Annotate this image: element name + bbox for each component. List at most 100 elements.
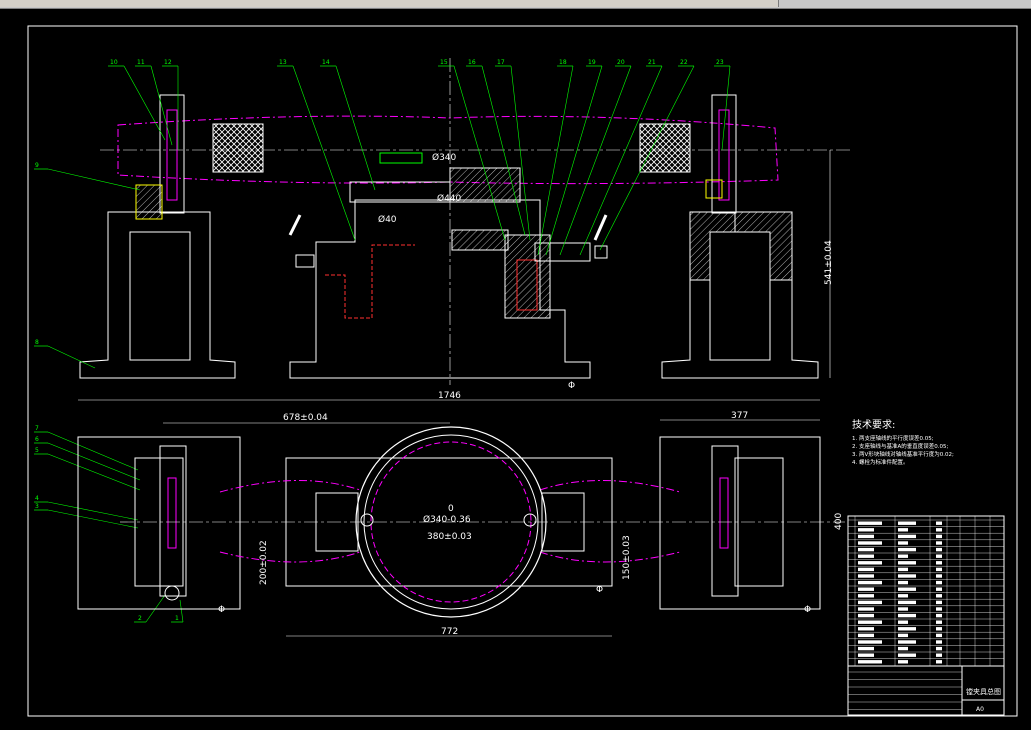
leader-line: [545, 65, 603, 256]
part-balloon: 17: [497, 59, 505, 66]
part-balloon: 19: [588, 59, 596, 66]
part-balloon: 8: [35, 339, 39, 346]
parts-row-text: [858, 613, 874, 618]
part-balloon: 13: [279, 59, 287, 66]
parts-row-text: [936, 660, 942, 664]
parts-row-text: [898, 594, 908, 598]
left-support: [79, 211, 236, 379]
leader-line: [47, 442, 141, 481]
window-toolbar: [0, 0, 1031, 9]
left-lever[interactable]: [288, 214, 302, 236]
leader-line: [537, 65, 574, 256]
part-balloon: 1: [175, 615, 179, 622]
parts-row-text: [898, 554, 908, 558]
toolbar-segment[interactable]: [528, 0, 659, 7]
parts-row-text: [898, 521, 916, 525]
parts-row-text: [898, 653, 916, 657]
part-balloon: 23: [716, 59, 724, 66]
parts-row-text: [936, 567, 942, 572]
part-balloon: 2: [138, 615, 142, 622]
datum-symbol-front: Φ: [568, 381, 575, 391]
parts-row-text: [936, 521, 942, 525]
datum-symbol-right: Φ: [804, 605, 811, 615]
dim-772: 772: [441, 627, 458, 637]
right-pin: [523, 513, 537, 527]
dim-d340-top: Ø340: [432, 152, 457, 163]
parts-row-text: [936, 653, 942, 657]
right-base-plate: [659, 436, 821, 610]
part-balloon: 6: [35, 436, 39, 443]
right-support: [661, 211, 819, 379]
parts-row-text: [898, 633, 908, 638]
toolbar-segment[interactable]: [58, 0, 199, 7]
drawing-title: 镗夹具总图: [966, 687, 1001, 696]
dim-1746: 1746: [438, 391, 461, 401]
parts-row-text: [936, 607, 942, 611]
part-balloon: 9: [35, 162, 39, 169]
dim-d40: Ø40: [378, 214, 397, 225]
right-support-section: [734, 211, 793, 281]
parts-row-text: [936, 541, 942, 545]
left-bolt-head: [164, 585, 180, 601]
datum-symbol-left: Φ: [218, 605, 225, 615]
toolbar-segment[interactable]: [658, 0, 779, 7]
plan-view: 1746 678±0.04 377 0 Ø340-0.36 380±0.03 2…: [77, 391, 845, 637]
part-balloon: 14: [322, 59, 330, 66]
parts-row-text: [898, 567, 908, 572]
parts-row-text: [936, 646, 942, 651]
drawing-sheet: Ø340 Ø440 Ø40 541±0.04 Φ 10 11 12 13 14 15 16 1…: [27, 25, 1018, 717]
tech-req-title: 技术要求:: [852, 418, 895, 431]
parts-row-text: [898, 528, 908, 532]
parts-row-text: [858, 554, 874, 558]
parts-row-text: [858, 660, 882, 664]
part-balloon: 5: [35, 447, 39, 454]
toolbar-segment[interactable]: [0, 0, 59, 7]
title-block: 镗夹具总图 A0: [847, 515, 1005, 716]
parts-row-text: [898, 660, 908, 664]
left-base-plate: [77, 436, 241, 610]
top-balloons: 10 11 12 13 14 15 16 17 18 19 20 21 22 23: [108, 59, 731, 256]
left-support-window: [129, 231, 191, 361]
part-balloon: 22: [680, 59, 688, 66]
parts-row-text: [936, 620, 942, 624]
left-balloons: 9 8 7 6 5 43: [34, 162, 141, 529]
right-support-section-left: [689, 211, 736, 281]
leader-line: [335, 65, 376, 191]
parts-row-text: [858, 574, 874, 578]
parts-row-text: [898, 580, 908, 585]
parts-row-text: [898, 620, 908, 624]
parts-row-text: [936, 613, 942, 618]
part-balloon: 15: [440, 59, 448, 66]
dim-400: 400: [834, 513, 844, 530]
toolbar-segment[interactable]: [358, 0, 529, 7]
dim-zero: 0: [448, 504, 454, 514]
parts-row-text: [936, 627, 942, 631]
parts-list-rows: [848, 516, 1004, 710]
parts-row-text: [936, 574, 942, 578]
parts-row-text: [858, 627, 874, 631]
cad-canvas[interactable]: Ø340 Ø440 Ø40 541±0.04 Φ 10 11 12 13 14 15 16 1…: [0, 9, 1031, 730]
leader-line: [510, 65, 531, 241]
part-balloon: 3: [35, 503, 39, 510]
left-plan-plate: [159, 445, 187, 597]
parts-row-text: [936, 528, 942, 532]
parts-row-text: [898, 640, 916, 644]
parts-row-text: [858, 607, 874, 611]
dim-d440: Ø440: [437, 193, 462, 204]
dim-d340-plan: Ø340-0.36: [423, 514, 471, 525]
leader-line: [47, 168, 141, 191]
parts-row-text: [858, 580, 882, 585]
left-v-block: [166, 109, 178, 201]
parts-row-text: [858, 646, 874, 651]
toolbar-segment[interactable]: [198, 0, 359, 7]
tech-req-line: 1. 两支座轴线的平行度误差0.05;: [852, 434, 934, 442]
parts-row-text: [898, 646, 908, 651]
part-balloon: 7: [35, 425, 39, 432]
right-lever[interactable]: [593, 214, 608, 241]
parts-row-text: [936, 640, 942, 644]
front-view: Ø340 Ø440 Ø40 541±0.04 Φ: [79, 58, 850, 391]
part-balloon: 12: [164, 59, 172, 66]
leader-line: [47, 453, 141, 491]
parts-row-text: [858, 528, 874, 532]
parts-row-text: [898, 547, 916, 552]
